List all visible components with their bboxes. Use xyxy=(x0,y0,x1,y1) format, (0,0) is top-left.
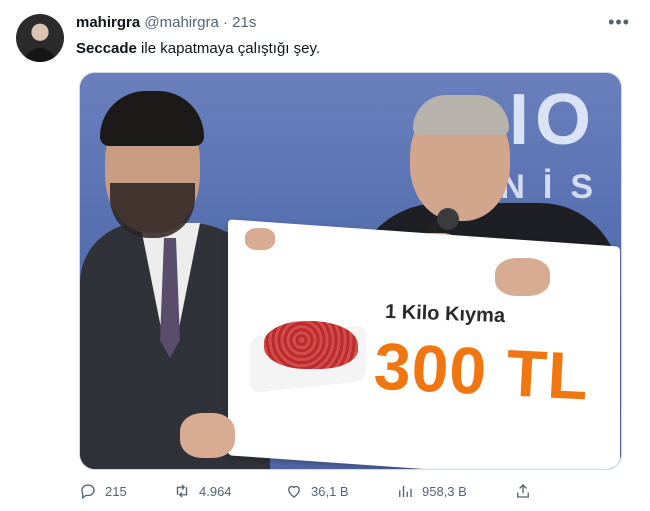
separator: · xyxy=(222,14,228,31)
tweet-body: ile kapatmaya çalıştığı şey. xyxy=(136,40,321,57)
background-letters-2: NİS xyxy=(500,168,611,206)
share-icon xyxy=(517,484,529,498)
microphone-icon xyxy=(437,208,459,230)
tweet: mahirgra @mahirgra · 21s ••• Seccade ile… xyxy=(0,0,650,511)
tweet-image[interactable]: IO NİS 1 Kilo Kıyma 300 TL xyxy=(79,72,622,470)
like-icon xyxy=(288,485,300,498)
background-letters: IO xyxy=(508,80,597,160)
views-button[interactable]: 958,3 B xyxy=(396,480,467,502)
display-name[interactable]: mahirgra xyxy=(76,14,140,31)
person-right-hair xyxy=(413,95,509,135)
retweet-count: 4.964 xyxy=(199,483,232,499)
views-icon xyxy=(399,485,412,497)
more-icon[interactable]: ••• xyxy=(608,12,630,33)
view-count: 958,3 B xyxy=(422,483,467,499)
handle[interactable]: @mahirgra xyxy=(144,14,218,31)
retweet-button[interactable]: 4.964 xyxy=(173,480,232,502)
like-count: 36,1 B xyxy=(311,483,349,499)
hand-left-top xyxy=(245,228,275,250)
sign-price: 300 TL xyxy=(372,328,591,414)
hand-right-sign xyxy=(495,258,550,296)
reply-button[interactable]: 215 xyxy=(79,480,127,502)
sign-label: 1 Kilo Kıyma xyxy=(384,300,506,328)
reply-count: 215 xyxy=(105,483,127,499)
share-button[interactable] xyxy=(514,480,532,502)
timestamp[interactable]: 21s xyxy=(232,14,256,31)
like-button[interactable]: 36,1 B xyxy=(285,480,349,502)
tweet-header: mahirgra @mahirgra · 21s xyxy=(76,14,256,31)
retweet-icon xyxy=(176,484,188,498)
minced-meat-icon xyxy=(264,321,358,369)
avatar[interactable] xyxy=(16,14,64,62)
action-bar: 215 4.964 36,1 B 958,3 B xyxy=(79,480,539,502)
tweet-text: Seccade ile kapatmaya çalıştığı şey. xyxy=(76,40,320,57)
hashtag-text: Seccade xyxy=(76,40,137,57)
reply-icon xyxy=(81,484,95,500)
hand-left-bottom xyxy=(180,413,235,458)
